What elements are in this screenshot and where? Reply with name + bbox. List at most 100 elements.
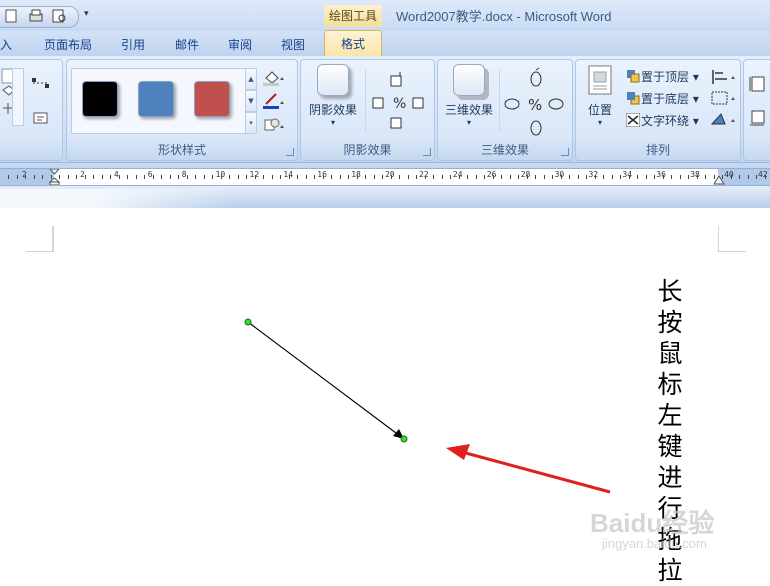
3d-tilt-controls[interactable]: % — [502, 66, 568, 140]
ruler-tick — [628, 175, 630, 179]
tab-insert-label: 插入 — [0, 38, 13, 52]
gallery-expand[interactable]: ▾ — [245, 112, 257, 134]
ruler-tick — [110, 175, 111, 179]
style-swatch-black[interactable] — [82, 81, 118, 117]
ruler-tick — [518, 175, 519, 179]
ruler-tick — [305, 175, 307, 179]
ruler-tick — [220, 175, 222, 179]
3d-effects-icon — [453, 64, 485, 96]
shape-styles-dialog-launcher[interactable] — [286, 148, 294, 156]
print-preview-icon[interactable] — [52, 9, 66, 23]
ruler-tick — [203, 175, 205, 179]
style-swatch-blue[interactable] — [138, 81, 174, 117]
position-button[interactable]: 位置 ▾ — [578, 64, 622, 127]
style-swatch-red[interactable] — [194, 81, 230, 117]
horizontal-ruler[interactable]: 224681012141618202224262830323436384042 — [0, 168, 770, 186]
arrow-line-shape[interactable] — [230, 308, 430, 458]
shadow-effects-dialog-launcher[interactable] — [423, 148, 431, 156]
new-document-icon[interactable] — [4, 9, 18, 23]
ruler-tick — [229, 175, 230, 179]
shadow-nudge-controls[interactable]: % — [367, 70, 431, 134]
gallery-scroll-up[interactable]: ▲ — [245, 68, 257, 90]
3d-effects-button-label: 三维效果 — [444, 103, 493, 117]
size-icons[interactable] — [748, 76, 768, 136]
ruler-tick — [195, 175, 196, 179]
text-wrap-button[interactable]: 文字环绕 ▾ — [625, 112, 699, 129]
ruler-tick — [594, 175, 596, 179]
3d-effects-label: 三维效果 — [480, 143, 529, 157]
send-to-back-label: 置于底层 — [641, 92, 690, 106]
drawing-tools-context-label: 绘图工具 — [324, 5, 382, 27]
ruler-tick — [756, 175, 757, 179]
ruler-area: 224681012141618202224262830323436384042 — [0, 163, 770, 208]
ruler-tick — [93, 175, 94, 179]
ruler-tick — [280, 175, 281, 179]
3d-effects-dialog-launcher[interactable] — [561, 148, 569, 156]
ruler-tick — [713, 175, 715, 179]
ruler-tick — [552, 175, 553, 179]
text-wrap-label: 文字环绕 — [641, 114, 690, 128]
ruler-tick — [178, 175, 179, 179]
shape-fill-icon[interactable] — [262, 68, 286, 86]
ruler-tick — [501, 175, 502, 179]
start-handle[interactable] — [244, 318, 252, 326]
ruler-tick — [348, 175, 349, 179]
edit-shape-icon[interactable] — [31, 76, 51, 90]
tab-page-layout[interactable]: 页面布局 — [44, 36, 92, 53]
ruler-tick — [543, 175, 545, 179]
tab-insert[interactable]: 插入 — [0, 36, 12, 53]
ruler-tick — [365, 175, 366, 179]
3d-effects-button[interactable]: 三维效果 ▾ — [441, 64, 497, 127]
shadow-effects-dropdown-icon: ▾ — [330, 118, 335, 127]
ruler-tick — [186, 175, 188, 179]
tab-review[interactable]: 审阅 — [228, 36, 252, 53]
ruler-tick — [475, 175, 477, 179]
send-to-back-icon — [626, 91, 640, 105]
ruler-tick — [297, 175, 298, 179]
title-bar: ▾ 绘图工具 Word2007教学.docx - Microsoft Word — [0, 0, 770, 31]
ruler-tick — [450, 175, 451, 179]
ruler-tick — [373, 175, 375, 179]
ruler-number: 38 — [690, 170, 700, 179]
text-box-icon[interactable] — [33, 112, 49, 124]
tab-format[interactable]: 格式 — [324, 30, 382, 58]
ruler-tick — [399, 175, 400, 179]
align-group-rotate-icons[interactable] — [709, 66, 739, 132]
ruler-tick — [739, 175, 740, 179]
shapes-gallery-scroll[interactable] — [12, 68, 24, 126]
tab-view[interactable]: 视图 — [281, 36, 305, 53]
ruler-number: 32 — [588, 170, 599, 179]
position-button-label: 位置 — [587, 103, 612, 117]
ruler-tick — [730, 175, 732, 179]
ruler-tick — [407, 175, 409, 179]
tab-mailings[interactable]: 邮件 — [175, 36, 199, 53]
ruler-tick — [458, 175, 460, 179]
bring-to-front-button[interactable]: 置于顶层 ▾ — [626, 68, 699, 85]
bring-to-front-label: 置于顶层 — [641, 70, 690, 84]
ruler-tick — [59, 175, 60, 179]
qat-customize-button[interactable]: ▾ — [84, 9, 89, 19]
baidu-watermark-url: jingyan.baidu.com — [602, 536, 707, 551]
document-page[interactable]: 长按鼠标左键进行拖拉 Baidu经验 jingyan.baidu.com — [0, 208, 770, 585]
ruler-tick — [127, 175, 128, 179]
3d-effects-dropdown-icon: ▾ — [466, 118, 471, 127]
end-handle[interactable] — [400, 435, 408, 443]
bring-to-front-icon — [626, 69, 640, 83]
ruler-number: 28 — [520, 170, 531, 179]
gallery-scroll-down[interactable]: ▼ — [245, 90, 257, 112]
separator — [499, 70, 500, 132]
print-icon[interactable] — [28, 9, 43, 23]
tab-references[interactable]: 引用 — [121, 36, 145, 53]
ruler-tick — [237, 175, 239, 179]
change-shape-icon[interactable] — [262, 116, 286, 134]
ruler-tick — [67, 175, 69, 179]
quick-access-toolbar — [0, 6, 79, 28]
ruler-shadow-band — [0, 189, 230, 208]
ruler-tick — [118, 175, 120, 179]
shadow-effects-button[interactable]: 阴影效果 ▾ — [305, 64, 361, 127]
shape-outline-icon[interactable] — [262, 92, 286, 110]
ruler-tick — [246, 175, 247, 179]
ruler-tick — [705, 175, 706, 179]
ruler-number: 40 — [724, 170, 734, 179]
send-to-back-button[interactable]: 置于底层 ▾ — [626, 90, 699, 107]
